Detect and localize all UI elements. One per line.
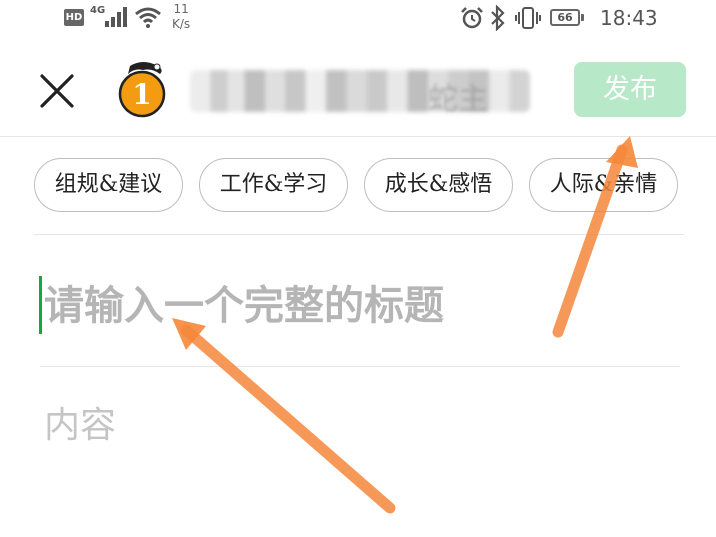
alarm-icon <box>461 7 483 29</box>
avatar[interactable]: 1 <box>112 58 174 120</box>
signal-icon <box>105 7 127 27</box>
tag-work-study[interactable]: 工作&学习 <box>199 158 348 212</box>
battery-icon: 66 <box>550 9 580 26</box>
clock: 18:43 <box>600 6 658 30</box>
battery-cap <box>581 14 584 21</box>
speed-unit: K/s <box>172 17 191 31</box>
editor-header: 1 蛇主 发布 <box>0 40 716 137</box>
tags-divider <box>34 234 684 235</box>
bluetooth-icon <box>491 5 505 31</box>
tag-suggestions[interactable]: 组规&建议 <box>34 158 183 212</box>
tag-relationships[interactable]: 人际&亲情 <box>529 158 678 212</box>
close-icon[interactable] <box>34 68 80 114</box>
username-suffix: 蛇主 <box>428 82 488 117</box>
title-divider <box>40 366 680 367</box>
avatar-badge: 1 <box>132 78 151 111</box>
status-bar: HD 4G 11 K/s 66 18:43 <box>0 0 716 38</box>
vibrate-icon <box>515 7 541 29</box>
category-tags: 组规&建议 工作&学习 成长&感悟 人际&亲情 <box>34 158 716 214</box>
tag-growth[interactable]: 成长&感悟 <box>364 158 513 212</box>
speed-value: 11 <box>173 2 189 16</box>
network-type: 4G <box>90 5 106 16</box>
title-input[interactable] <box>44 272 684 338</box>
network-speed: 11 K/s <box>172 2 190 32</box>
text-caret <box>39 276 42 334</box>
wifi-icon <box>135 7 161 28</box>
content-input[interactable] <box>44 396 684 516</box>
publish-button[interactable]: 发布 <box>574 62 686 117</box>
hd-badge: HD <box>64 9 84 26</box>
